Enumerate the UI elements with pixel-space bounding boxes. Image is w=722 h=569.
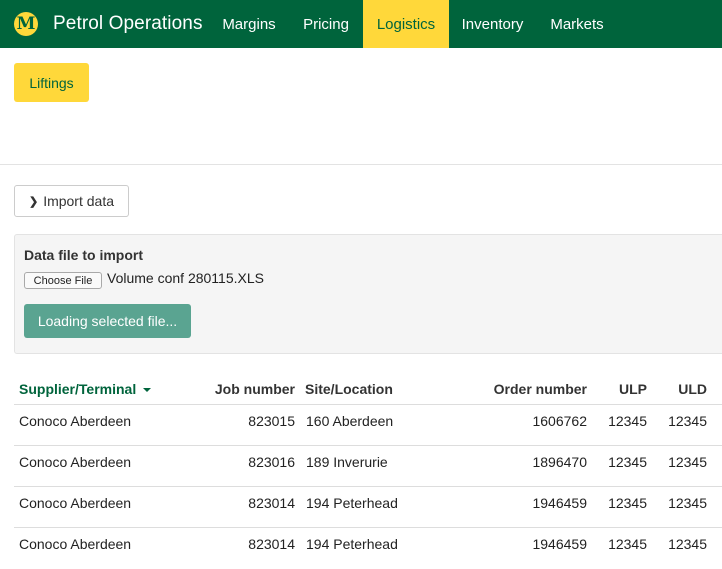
- column-header-site-location[interactable]: Site/Location: [305, 381, 393, 397]
- cell-job-number: 823015: [248, 413, 295, 429]
- row-divider: [14, 527, 722, 528]
- chevron-down-icon: ❯: [28, 195, 39, 208]
- cell-supplier: Conoco Aberdeen: [19, 536, 132, 552]
- column-header-order-number[interactable]: Order number: [467, 381, 587, 397]
- tab-liftings[interactable]: Liftings: [14, 63, 89, 102]
- cell-uld: 12345: [668, 495, 707, 511]
- cell-ulp: 12345: [608, 454, 647, 470]
- loading-button: Loading selected file...: [24, 304, 191, 338]
- column-header-supplier-terminal[interactable]: Supplier/Terminal: [19, 381, 152, 397]
- cell-uld: 12345: [668, 454, 707, 470]
- top-navbar: M Petrol Operations Margins Pricing Logi…: [0, 0, 722, 48]
- cell-order-number: 1946459: [532, 536, 587, 552]
- cell-ulp: 12345: [608, 536, 647, 552]
- column-header-label: Supplier/Terminal: [19, 381, 137, 397]
- cell-ulp: 12345: [608, 495, 647, 511]
- nav-markets[interactable]: Markets: [536, 0, 618, 48]
- import-panel: Data file to import Choose File Volume c…: [14, 234, 722, 354]
- column-header-uld[interactable]: ULD: [657, 381, 707, 397]
- cell-job-number: 823014: [248, 536, 295, 552]
- nav-margins[interactable]: Margins: [210, 0, 288, 48]
- cell-job-number: 823016: [248, 454, 295, 470]
- cell-site: 194 Peterhead: [306, 495, 398, 511]
- column-header-ulp[interactable]: ULP: [597, 381, 647, 397]
- row-divider: [14, 486, 722, 487]
- nav-logistics[interactable]: Logistics: [363, 0, 449, 48]
- cell-order-number: 1606762: [532, 413, 587, 429]
- cell-uld: 12345: [668, 536, 707, 552]
- row-divider: [14, 445, 722, 446]
- nav-inventory[interactable]: Inventory: [449, 0, 536, 48]
- cell-order-number: 1946459: [532, 495, 587, 511]
- selected-file-name: Volume conf 280115.XLS: [107, 270, 264, 286]
- cell-supplier: Conoco Aberdeen: [19, 495, 132, 511]
- table-header-divider: [14, 404, 722, 405]
- import-data-label: Import data: [43, 193, 115, 209]
- cell-supplier: Conoco Aberdeen: [19, 454, 132, 470]
- app-title: Petrol Operations: [53, 13, 203, 34]
- cell-uld: 12345: [668, 413, 707, 429]
- choose-file-button[interactable]: Choose File: [24, 272, 102, 289]
- cell-supplier: Conoco Aberdeen: [19, 413, 132, 429]
- cell-site: 160 Aberdeen: [306, 413, 394, 429]
- nav-pricing[interactable]: Pricing: [290, 0, 362, 48]
- cell-ulp: 12345: [608, 413, 647, 429]
- sort-caret-icon: [143, 388, 152, 393]
- section-divider: [0, 164, 722, 165]
- cell-order-number: 1896470: [532, 454, 587, 470]
- cell-job-number: 823014: [248, 495, 295, 511]
- morrisons-logo-icon: M: [14, 12, 38, 36]
- brand[interactable]: M Petrol Operations: [14, 0, 203, 48]
- data-file-label: Data file to import: [24, 247, 144, 263]
- cell-site: 194 Peterhead: [306, 536, 398, 552]
- import-data-button[interactable]: ❯ Import data: [14, 185, 129, 217]
- column-header-job-number[interactable]: Job number: [205, 381, 295, 397]
- cell-site: 189 Inverurie: [306, 454, 388, 470]
